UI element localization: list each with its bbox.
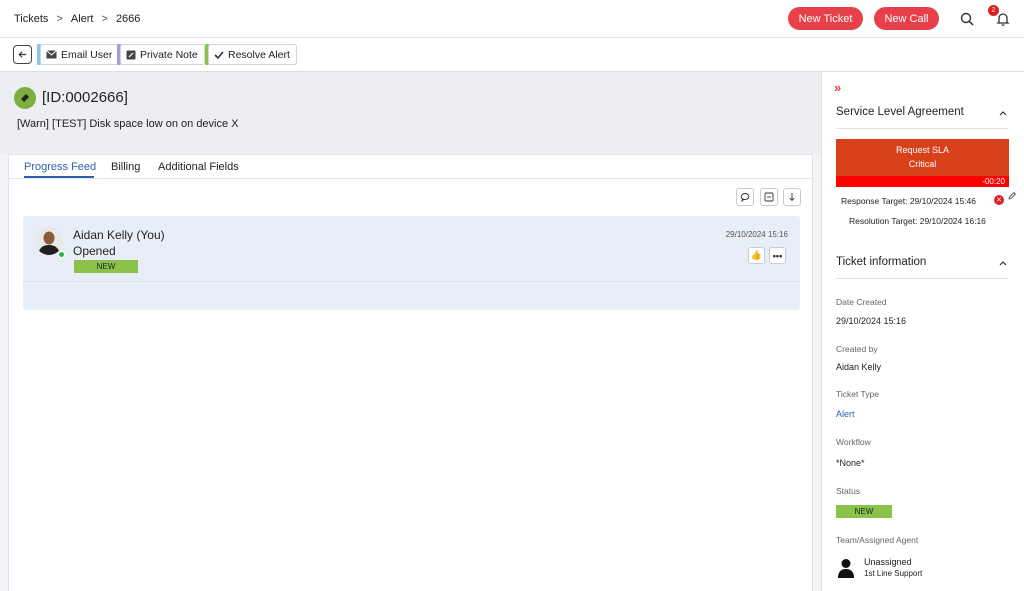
feed-action: Opened	[73, 244, 116, 258]
feed-divider	[23, 281, 800, 282]
breadcrumb-tickets[interactable]: Tickets	[14, 13, 48, 25]
pencil-icon[interactable]	[1007, 191, 1017, 201]
response-target: Response Target: 29/10/2024 15:46	[841, 196, 977, 206]
breadcrumb: Tickets > Alert > 2666	[14, 13, 140, 25]
ticket-summary: [Warn] [TEST] Disk space low on on devic…	[17, 118, 239, 130]
ellipsis-icon: •••	[772, 250, 783, 261]
note-icon	[126, 50, 136, 59]
date-created-value: 29/10/2024 15:16	[836, 316, 907, 326]
ticket-type-link[interactable]: Alert	[836, 409, 855, 419]
feed-status-badge: NEW	[74, 260, 138, 273]
collapse-feed-button[interactable]	[760, 188, 778, 206]
ticket-tag-icon	[14, 87, 36, 109]
tab-bar: Progress Feed Billing Additional Fields	[9, 155, 814, 179]
assigned-agent: Unassigned	[864, 557, 912, 567]
ticket-info-section-title: Ticket information	[836, 256, 927, 268]
action-toolbar: Email User Private Note Resolve Alert	[0, 38, 1024, 72]
resolve-alert-label: Resolve Alert	[228, 48, 290, 61]
tab-billing[interactable]: Billing	[111, 161, 140, 173]
feed-entry: Aidan Kelly (You) Opened NEW 29/10/2024 …	[23, 216, 800, 310]
status-label: Status	[836, 486, 861, 496]
sort-order-button[interactable]	[783, 188, 801, 206]
divider	[836, 128, 1008, 129]
top-bar: Tickets > Alert > 2666 New Ticket New Ca…	[0, 0, 1024, 38]
notification-badge: 2	[988, 5, 999, 16]
chevron-up-icon[interactable]	[998, 258, 1008, 268]
date-created-label: Date Created	[836, 297, 887, 307]
active-tab-indicator	[24, 176, 94, 178]
divider	[836, 278, 1008, 279]
resolve-alert-button[interactable]: Resolve Alert	[208, 44, 297, 65]
sla-status-box: Request SLA Critical	[836, 139, 1009, 176]
search-icon[interactable]	[959, 11, 975, 27]
envelope-icon	[46, 50, 57, 59]
arrow-left-icon	[18, 51, 27, 58]
breadcrumb-alert[interactable]: Alert	[71, 13, 94, 25]
user-silhouette-icon	[838, 559, 854, 578]
team-agent-label: Team/Assigned Agent	[836, 535, 919, 545]
breadcrumb-separator: >	[56, 13, 63, 25]
created-by-label: Created by	[836, 344, 878, 354]
created-by-value: Aidan Kelly	[836, 362, 882, 372]
chevron-up-icon[interactable]	[998, 108, 1008, 118]
workflow-label: Workflow	[836, 437, 871, 447]
double-chevron-right-icon[interactable]: »	[834, 80, 841, 95]
sla-timer-bar: -00:20	[836, 176, 1009, 187]
back-button[interactable]	[13, 45, 32, 64]
assigned-team: 1st Line Support	[864, 569, 923, 578]
feed-author: Aidan Kelly (You)	[73, 228, 165, 242]
tab-additional-fields[interactable]: Additional Fields	[158, 161, 239, 173]
comment-filter-button[interactable]	[736, 188, 754, 206]
email-user-button[interactable]: Email User	[40, 44, 120, 65]
ticket-id: [ID:0002666]	[42, 89, 128, 106]
sla-timer: -00:20	[982, 177, 1005, 186]
email-user-label: Email User	[61, 48, 113, 61]
private-note-label: Private Note	[140, 48, 198, 61]
ticket-type-label: Ticket Type	[836, 389, 879, 399]
private-note-button[interactable]: Private Note	[120, 44, 205, 65]
thumbs-up-icon: 👍	[750, 250, 763, 260]
workflow-value: *None*	[836, 458, 865, 468]
main-panel: Progress Feed Billing Additional Fields	[8, 154, 814, 591]
arrow-down-icon	[789, 193, 795, 202]
collapse-icon	[764, 192, 774, 202]
resolution-target: Resolution Target: 29/10/2024 16:16	[849, 216, 986, 226]
new-call-button[interactable]: New Call	[874, 7, 939, 30]
sla-request-label: Request SLA	[895, 145, 950, 155]
checkmark-icon	[214, 50, 224, 59]
breadcrumb-ticket-number: 2666	[115, 13, 141, 25]
ticket-header	[0, 72, 821, 154]
breadcrumb-separator: >	[101, 13, 108, 25]
feed-timestamp: 29/10/2024 15:16	[725, 230, 788, 239]
new-ticket-button[interactable]: New Ticket	[788, 7, 863, 30]
status-badge: NEW	[836, 505, 892, 518]
breached-x-icon: ✕	[994, 195, 1004, 205]
more-options-button[interactable]: •••	[769, 247, 786, 264]
sla-priority: Critical	[908, 159, 937, 169]
like-button[interactable]: 👍	[748, 247, 765, 264]
online-status-dot	[58, 251, 65, 258]
tab-progress-feed[interactable]: Progress Feed	[24, 161, 96, 173]
speech-bubble-icon	[740, 193, 750, 202]
details-sidebar: » Service Level Agreement Request SLA Cr…	[821, 72, 1024, 591]
sla-section-title: Service Level Agreement	[836, 106, 964, 118]
